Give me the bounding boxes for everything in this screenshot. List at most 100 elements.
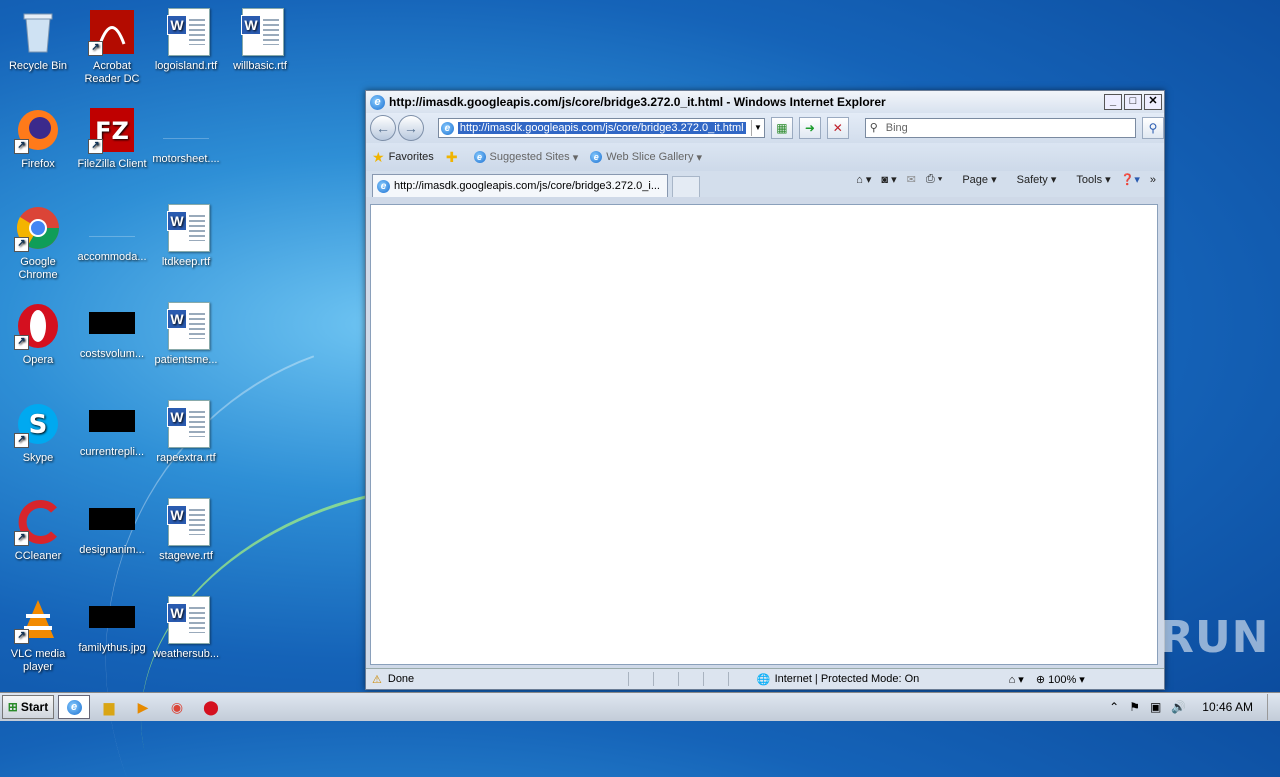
vlc-icon: ↗ xyxy=(14,596,62,644)
tools-menu[interactable]: Tools ▾ xyxy=(1066,173,1110,186)
desktop-icon-costsvolum[interactable]: costsvolum... xyxy=(74,296,150,386)
taskbar-ie-button[interactable]: e xyxy=(58,695,90,719)
media-player-icon: ▶ xyxy=(137,698,149,715)
flag-icon[interactable]: ⚑ xyxy=(1129,700,1140,714)
status-bar: ⚠ Done 🌐 Internet | Protected Mode: On ⌂… xyxy=(366,668,1164,689)
desktop-icon-label: Recycle Bin xyxy=(8,60,68,72)
desktop-icon-ltdkeep[interactable]: W ltdkeep.rtf xyxy=(148,198,224,288)
show-desktop-button[interactable] xyxy=(1267,694,1280,720)
add-favorites-button[interactable]: ✚ xyxy=(446,149,462,166)
zoom-control[interactable]: ⊕ 100% ▾ xyxy=(1036,673,1085,686)
command-bar: ⌂ ▾ ◙ ▾ ✉ ⎙ ▾ Page ▾ Safety ▾ Tools ▾ ❓▾… xyxy=(846,173,1156,186)
taskbar: ⊞ Start e ▆ ▶ ◉ ⬤ ⌃ ⚑ ▣ 🔊 10:46 AM xyxy=(0,692,1280,721)
start-button[interactable]: ⊞ Start xyxy=(2,695,54,719)
search-button[interactable]: ⚲ xyxy=(1142,117,1164,139)
desktop-icon-stagewe[interactable]: W stagewe.rtf xyxy=(148,492,224,582)
feeds-icon[interactable]: ◙ ▾ xyxy=(881,173,896,186)
acrobat-icon: ↗ xyxy=(88,8,136,56)
desktop-icon-logoisland[interactable]: W logoisland.rtf xyxy=(148,2,224,92)
clock[interactable]: 10:46 AM xyxy=(1202,700,1253,714)
compatibility-view-button[interactable]: ▦ xyxy=(770,117,793,139)
address-url[interactable]: http://imasdk.googleapis.com/js/core/bri… xyxy=(457,122,746,134)
search-input[interactable]: ⚲ Bing xyxy=(864,118,1137,138)
volume-icon[interactable]: 🔊 xyxy=(1171,700,1186,714)
desktop-icon-vlc[interactable]: ↗ VLC media player xyxy=(0,590,76,680)
desktop-icon-ccleaner[interactable]: ↗ CCleaner xyxy=(0,492,76,582)
taskbar-opera-button[interactable]: ⬤ xyxy=(196,696,226,718)
window-title: http://imasdk.googleapis.com/js/core/bri… xyxy=(389,95,886,109)
chrome-icon: ↗ xyxy=(14,204,62,252)
taskbar-chrome-button[interactable]: ◉ xyxy=(162,696,192,718)
desktop-icon-label: accommoda... xyxy=(77,251,147,263)
desktop-icon-motorsheet[interactable]: motorsheet.... xyxy=(148,100,224,190)
page-menu[interactable]: Page ▾ xyxy=(952,173,996,186)
print-icon[interactable]: ⎙ ▾ xyxy=(926,173,942,186)
warning-icon: ⚠ xyxy=(372,673,382,686)
protected-mode-icon[interactable]: ⌂ ▾ xyxy=(1009,673,1024,686)
tab-title: http://imasdk.googleapis.com/js/core/bri… xyxy=(394,180,660,192)
show-hidden-icons-icon[interactable]: ⌃ xyxy=(1109,700,1119,714)
desktop-icon-label: costsvolum... xyxy=(79,348,145,360)
desktop-icon-currentrepli[interactable]: currentrepli... xyxy=(74,394,150,484)
close-button[interactable]: ✕ xyxy=(1144,94,1162,110)
desktop-icon-recycle-bin[interactable]: Recycle Bin xyxy=(0,2,76,92)
desktop-icon-acrobat[interactable]: ↗ Acrobat Reader DC xyxy=(74,2,150,92)
desktop-icon-patientsme[interactable]: W patientsme... xyxy=(148,296,224,386)
tab-current[interactable]: e http://imasdk.googleapis.com/js/core/b… xyxy=(372,174,668,197)
suggested-sites-link[interactable]: e Suggested Sites ▾ xyxy=(473,151,578,164)
mail-icon[interactable]: ✉ xyxy=(907,173,916,186)
desktop-icon-label: stagewe.rtf xyxy=(159,550,213,562)
desktop-icon-rapeextra[interactable]: W rapeextra.rtf xyxy=(148,394,224,484)
desktop-icon-label: designanim... xyxy=(79,544,145,556)
add-favorite-icon: ✚ xyxy=(445,148,458,165)
ie-logo-icon: e xyxy=(370,94,385,110)
word-document-icon: W xyxy=(162,302,210,350)
desktop-icon-label: currentrepli... xyxy=(79,446,145,458)
desktop-icon-designanim[interactable]: designanim... xyxy=(74,492,150,582)
web-slice-gallery-link[interactable]: e Web Slice Gallery ▾ xyxy=(590,151,702,164)
skype-icon: S ↗ xyxy=(14,400,62,448)
forward-button[interactable]: → xyxy=(397,115,424,141)
ccleaner-icon: ↗ xyxy=(14,498,62,546)
chevron-more-icon[interactable]: » xyxy=(1150,174,1156,186)
address-dropdown-button[interactable]: ▼ xyxy=(750,120,764,136)
ie-titlebar[interactable]: e http://imasdk.googleapis.com/js/core/b… xyxy=(366,91,1164,113)
desktop-icon-willbasic[interactable]: W willbasic.rtf xyxy=(222,2,298,92)
desktop-icon-opera[interactable]: ↗ Opera xyxy=(0,296,76,386)
desktop-icon-accommoda[interactable]: accommoda... xyxy=(74,198,150,288)
windows-logo-icon: ⊞ xyxy=(7,700,18,714)
shortcut-arrow-icon: ↗ xyxy=(88,139,103,154)
shortcut-arrow-icon: ↗ xyxy=(14,139,29,154)
help-icon[interactable]: ❓▾ xyxy=(1121,173,1140,186)
desktop-icon-weathersub[interactable]: W weathersub... xyxy=(148,590,224,680)
desktop-icon-label: Opera xyxy=(22,354,54,366)
maximize-button[interactable]: □ xyxy=(1124,94,1142,110)
desktop-icon-label: Skype xyxy=(22,452,54,464)
back-button[interactable]: ← xyxy=(370,115,396,141)
taskbar-media-player-button[interactable]: ▶ xyxy=(128,696,158,718)
minimize-button[interactable]: _ xyxy=(1104,94,1122,110)
desktop-icon-filezilla[interactable]: FZ ↗ FileZilla Client xyxy=(74,100,150,190)
taskbar-explorer-button[interactable]: ▆ xyxy=(94,696,124,718)
search-icon: ⚲ xyxy=(869,122,878,134)
desktop-icon-chrome[interactable]: ↗ Google Chrome xyxy=(0,198,76,288)
desktop-icon-label: familythus.jpg xyxy=(78,642,146,654)
go-button[interactable]: ➜ xyxy=(798,117,821,139)
zone-text[interactable]: Internet | Protected Mode: On xyxy=(775,673,1005,685)
recycle-bin-icon xyxy=(14,8,62,56)
network-icon[interactable]: ▣ xyxy=(1150,700,1161,714)
desktop-icon-familythus[interactable]: familythus.jpg xyxy=(74,590,150,680)
safety-menu[interactable]: Safety ▾ xyxy=(1007,173,1057,186)
page-content[interactable] xyxy=(370,204,1158,665)
desktop-icon-label: weathersub... xyxy=(152,648,220,660)
new-tab-button[interactable] xyxy=(672,176,700,197)
home-icon[interactable]: ⌂ ▾ xyxy=(856,173,871,186)
address-bar[interactable]: e http://imasdk.googleapis.com/js/core/b… xyxy=(437,118,765,138)
ie-logo-icon: e xyxy=(66,699,82,715)
stop-button[interactable]: ✕ xyxy=(826,117,849,139)
desktop-icon-skype[interactable]: S ↗ Skype xyxy=(0,394,76,484)
svg-text:S: S xyxy=(29,410,48,440)
favorites-button[interactable]: ★ Favorites xyxy=(372,149,434,166)
desktop-icon-firefox[interactable]: ↗ Firefox xyxy=(0,100,76,190)
desktop-icon-label: motorsheet.... xyxy=(152,153,220,165)
